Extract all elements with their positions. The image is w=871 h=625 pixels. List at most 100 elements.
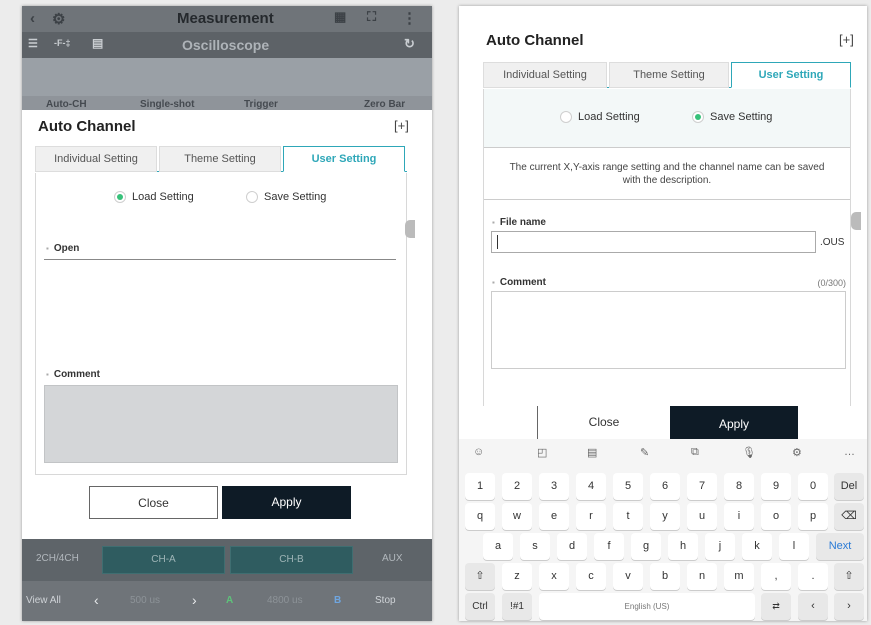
- cursor-left-icon[interactable]: ‹: [798, 593, 828, 620]
- key-l[interactable]: l: [779, 533, 809, 560]
- menu-icon[interactable]: ☰: [28, 37, 38, 50]
- ch-a-button[interactable]: CH-A: [102, 546, 225, 574]
- key-3[interactable]: 3: [539, 473, 569, 500]
- trigger-button[interactable]: Trigger: [244, 99, 278, 110]
- cursor-right-icon[interactable]: ›: [834, 593, 864, 620]
- key-c[interactable]: c: [576, 563, 606, 590]
- tab-user-setting[interactable]: User Setting: [731, 62, 851, 88]
- handwriting-icon[interactable]: ✎: [640, 446, 649, 459]
- key-g[interactable]: g: [631, 533, 661, 560]
- key-n[interactable]: n: [687, 563, 717, 590]
- fullscreen-icon[interactable]: ⛶: [367, 9, 376, 25]
- key-y[interactable]: y: [650, 503, 680, 530]
- tab-user-setting[interactable]: User Setting: [283, 146, 405, 172]
- key-o[interactable]: o: [761, 503, 791, 530]
- shift-icon[interactable]: ⇧: [465, 563, 495, 590]
- save-setting-radio[interactable]: Save Setting: [246, 191, 326, 203]
- back-icon[interactable]: ‹: [30, 10, 35, 27]
- key-x[interactable]: x: [539, 563, 569, 590]
- key-z[interactable]: z: [502, 563, 532, 590]
- key-w[interactable]: w: [502, 503, 532, 530]
- key-0[interactable]: 0: [798, 473, 828, 500]
- tab-individual-setting[interactable]: Individual Setting: [483, 62, 607, 88]
- prev-arrow-icon[interactable]: ‹: [94, 592, 99, 608]
- side-handle[interactable]: [405, 220, 415, 238]
- apply-button[interactable]: Apply: [670, 406, 798, 439]
- tab-individual-setting[interactable]: Individual Setting: [35, 146, 157, 172]
- key-comma[interactable]: ,: [761, 563, 791, 590]
- key-t[interactable]: t: [613, 503, 643, 530]
- key-5[interactable]: 5: [613, 473, 643, 500]
- key-d[interactable]: d: [557, 533, 587, 560]
- settings-icon[interactable]: ⚙: [52, 10, 65, 28]
- key-symbols[interactable]: !#1: [502, 593, 532, 620]
- key-j[interactable]: j: [705, 533, 735, 560]
- fullscreen-icon[interactable]: [+]: [839, 32, 854, 47]
- next-arrow-icon[interactable]: ›: [192, 592, 197, 608]
- key-8[interactable]: 8: [724, 473, 754, 500]
- emoji-icon[interactable]: ☺: [473, 446, 484, 458]
- key-2[interactable]: 2: [502, 473, 532, 500]
- key-h[interactable]: h: [668, 533, 698, 560]
- language-switch-icon[interactable]: ⇄: [761, 593, 791, 620]
- key-4[interactable]: 4: [576, 473, 606, 500]
- zero-bar-button[interactable]: Zero Bar: [364, 99, 405, 110]
- tab-theme-setting[interactable]: Theme Setting: [159, 146, 281, 172]
- device-icon[interactable]: ▦: [334, 9, 346, 25]
- key-f[interactable]: f: [594, 533, 624, 560]
- single-shot-button[interactable]: Single-shot: [140, 99, 194, 110]
- sticker-icon[interactable]: ◰: [537, 446, 547, 459]
- space-bar[interactable]: English (US): [539, 593, 755, 620]
- signal-icon[interactable]: -F-‡: [54, 38, 71, 48]
- key-u[interactable]: u: [687, 503, 717, 530]
- key-s[interactable]: s: [520, 533, 550, 560]
- key-q[interactable]: q: [465, 503, 495, 530]
- clipboard-icon[interactable]: ▤: [587, 446, 597, 459]
- open-divider: [44, 259, 396, 260]
- microphone-icon[interactable]: 🎙: [742, 446, 756, 459]
- key-1[interactable]: 1: [465, 473, 495, 500]
- key-ctrl[interactable]: Ctrl: [465, 593, 495, 620]
- chart-icon[interactable]: ▤: [92, 36, 103, 50]
- comment-textarea[interactable]: [491, 291, 846, 369]
- key-b[interactable]: b: [650, 563, 680, 590]
- load-setting-radio[interactable]: Load Setting: [114, 191, 194, 203]
- key-7[interactable]: 7: [687, 473, 717, 500]
- key-9[interactable]: 9: [761, 473, 791, 500]
- more-icon[interactable]: ⋮: [402, 9, 417, 27]
- more-icon[interactable]: …: [844, 446, 855, 458]
- file-name-input[interactable]: [491, 231, 816, 253]
- aux-button[interactable]: AUX: [382, 553, 403, 564]
- save-setting-radio[interactable]: Save Setting: [692, 111, 772, 123]
- tab-theme-setting[interactable]: Theme Setting: [609, 62, 729, 88]
- key-p[interactable]: p: [798, 503, 828, 530]
- translate-icon[interactable]: ⧉: [691, 446, 699, 459]
- shift-icon[interactable]: ⇧: [834, 563, 864, 590]
- stop-button[interactable]: Stop: [375, 595, 396, 606]
- key-next[interactable]: Next: [816, 533, 864, 560]
- key-k[interactable]: k: [742, 533, 772, 560]
- load-setting-radio[interactable]: Load Setting: [560, 111, 640, 123]
- fullscreen-icon[interactable]: [+]: [394, 118, 409, 133]
- key-period[interactable]: .: [798, 563, 828, 590]
- key-r[interactable]: r: [576, 503, 606, 530]
- refresh-icon[interactable]: ↻: [404, 36, 415, 52]
- key-delete[interactable]: Del: [834, 473, 864, 500]
- key-e[interactable]: e: [539, 503, 569, 530]
- key-a[interactable]: a: [483, 533, 513, 560]
- tab-content: Load Setting Save Setting Open Comment: [35, 173, 407, 475]
- key-6[interactable]: 6: [650, 473, 680, 500]
- ch-b-button[interactable]: CH-B: [230, 546, 353, 574]
- close-button[interactable]: Close: [89, 486, 218, 519]
- side-handle[interactable]: [851, 212, 861, 230]
- view-all-button[interactable]: View All: [26, 595, 61, 606]
- key-i[interactable]: i: [724, 503, 754, 530]
- apply-button[interactable]: Apply: [222, 486, 351, 519]
- 2ch-4ch-toggle[interactable]: 2CH/4CH: [36, 553, 79, 564]
- auto-ch-button[interactable]: Auto-CH: [46, 99, 87, 110]
- keyboard-settings-icon[interactable]: ⚙: [792, 446, 802, 459]
- key-m[interactable]: m: [724, 563, 754, 590]
- close-button[interactable]: Close: [537, 406, 670, 439]
- backspace-icon[interactable]: ⌫: [834, 503, 864, 530]
- key-v[interactable]: v: [613, 563, 643, 590]
